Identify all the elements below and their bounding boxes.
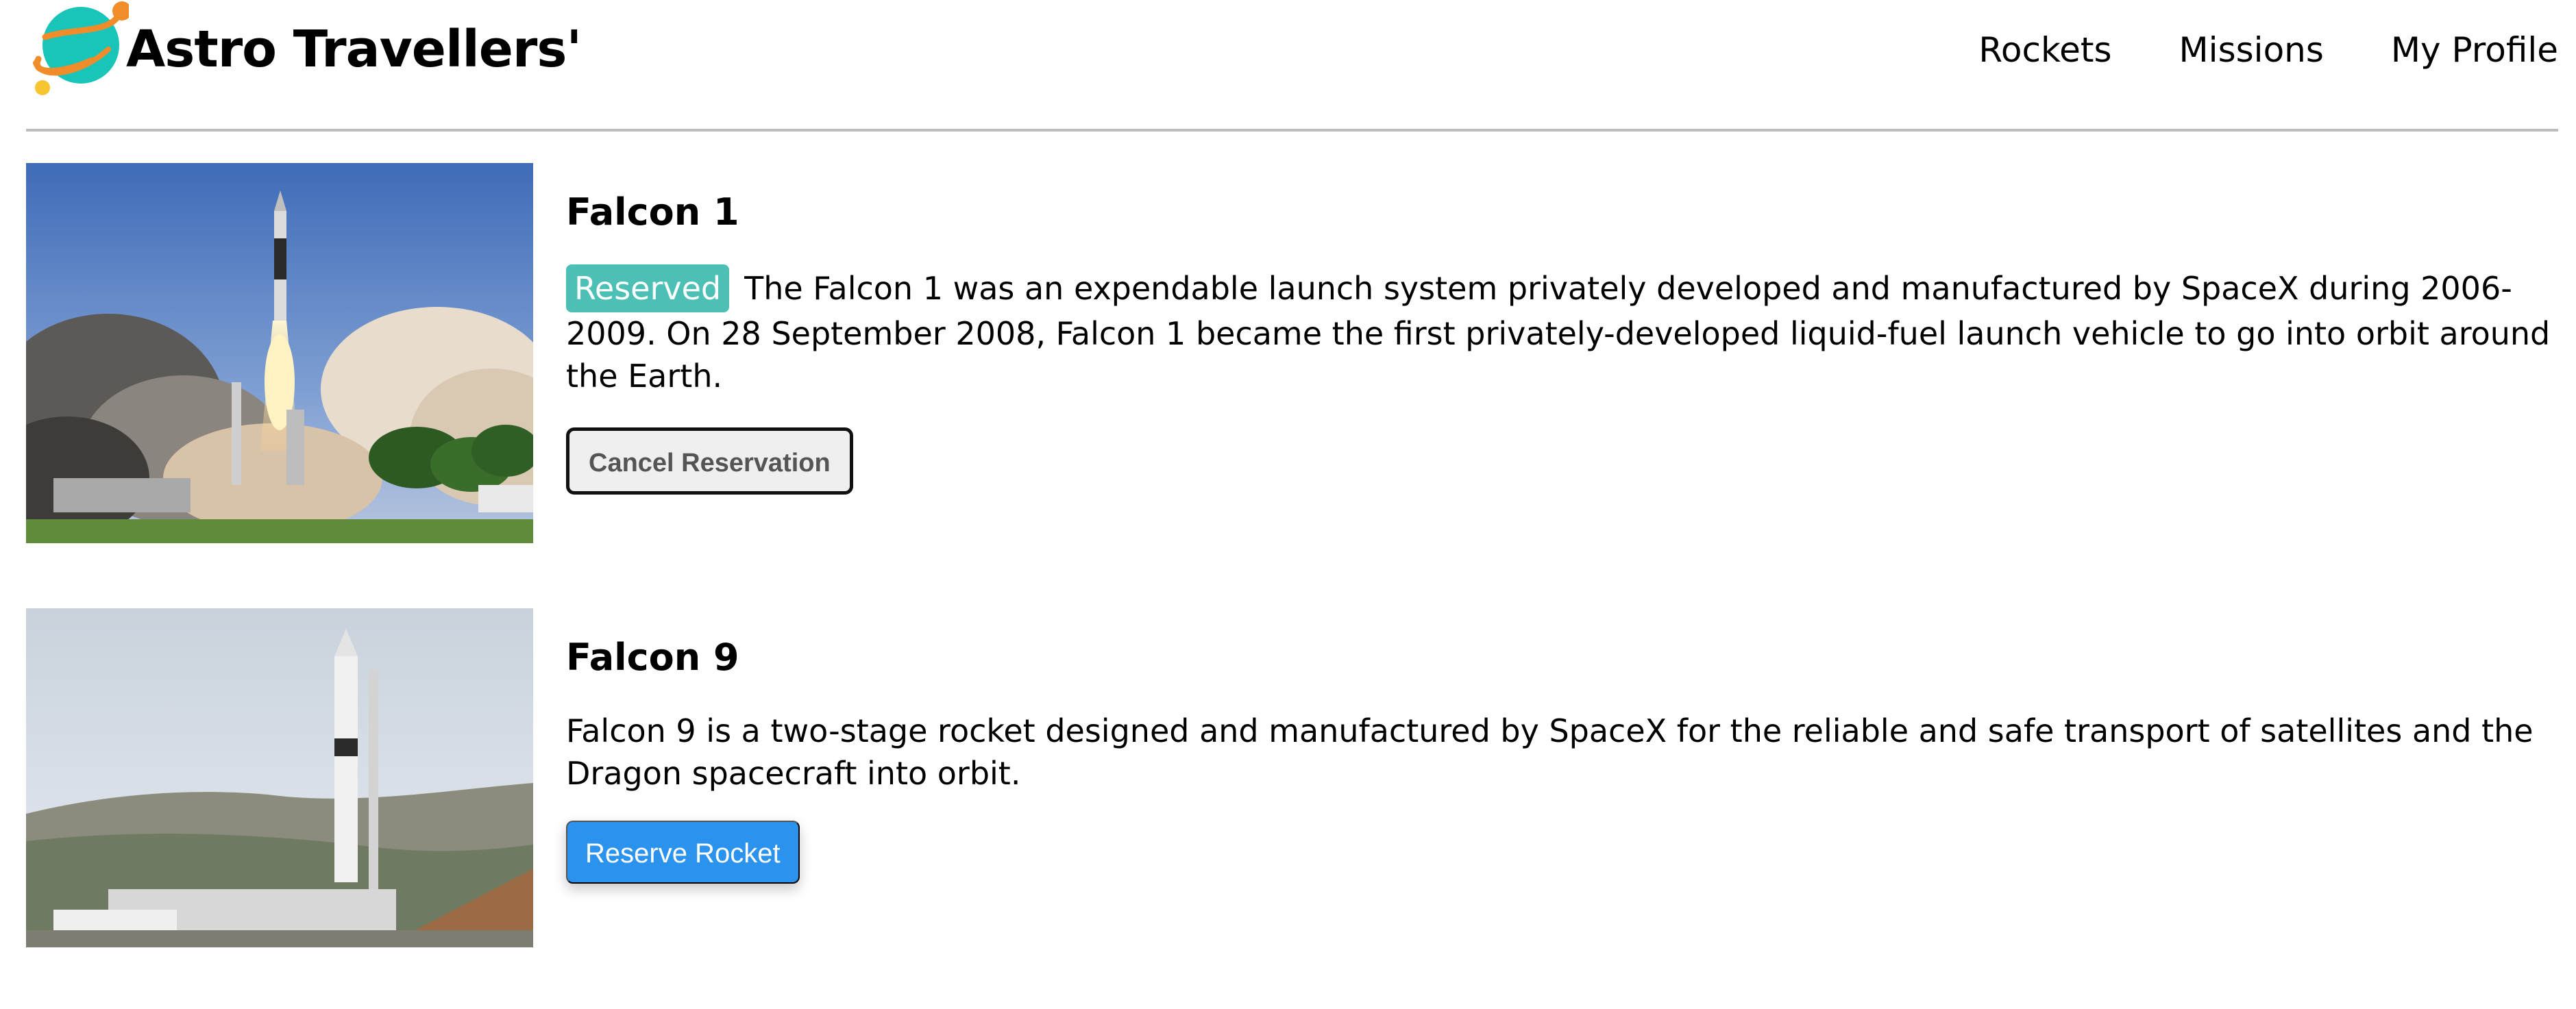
rocket-name: Falcon 9 (566, 636, 739, 679)
nav-rockets[interactable]: Rockets (1978, 26, 2111, 74)
site-header: Astro Travellers' Rockets Missions My Pr… (26, 0, 2558, 132)
reserved-badge: Reserved (566, 264, 730, 312)
main-nav: Rockets Missions My Profile (1978, 26, 2558, 74)
rocket-image (26, 608, 533, 947)
rocket-details: Falcon 1 Reserved The Falcon 1 was an exp… (566, 163, 2553, 495)
brand[interactable]: Astro Travellers' (26, 0, 582, 103)
rocket-description-block: Reserved The Falcon 1 was an expendable l… (566, 264, 2553, 397)
reserve-rocket-button[interactable]: Reserve Rocket (566, 821, 800, 884)
rocket-description: Falcon 9 is a two-stage rocket designed … (566, 712, 2534, 792)
rocket-launch-photo (26, 163, 533, 543)
page: Astro Travellers' Rockets Missions My Pr… (0, 0, 2576, 1009)
rocket-card: Falcon 9 Falcon 9 is a two-stage rocket … (26, 608, 2562, 947)
rocket-card: Falcon 1 Reserved The Falcon 1 was an exp… (26, 163, 2562, 543)
nav-my-profile[interactable]: My Profile (2391, 26, 2558, 74)
rocket-description: The Falcon 1 was an expendable launch sy… (566, 270, 2551, 395)
rocket-name: Falcon 1 (566, 190, 739, 234)
brand-title: Astro Travellers' (126, 20, 582, 79)
rocket-image (26, 163, 533, 543)
rocket-pad-photo (26, 608, 533, 947)
cancel-reservation-button[interactable]: Cancel Reservation (566, 427, 853, 495)
planet-icon (26, 0, 132, 103)
rocket-details: Falcon 9 Falcon 9 is a two-stage rocket … (566, 608, 2553, 884)
nav-missions[interactable]: Missions (2179, 26, 2324, 74)
